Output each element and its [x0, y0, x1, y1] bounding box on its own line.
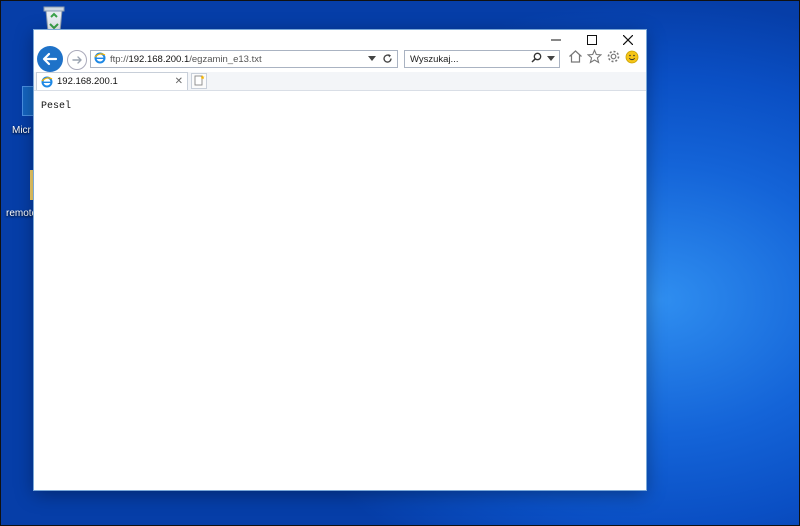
tab-active[interactable]: 192.168.200.1 ✕ — [36, 72, 188, 90]
search-icon[interactable] — [531, 52, 542, 66]
forward-arrow-icon — [72, 56, 82, 64]
page-content: Pesel — [34, 91, 646, 490]
tab-strip: 192.168.200.1 ✕ — [34, 72, 646, 91]
browser-window: ftp://192.168.200.1/egzamin_e13.txt Wysz… — [34, 30, 646, 490]
feedback-smiley-icon[interactable] — [625, 50, 639, 69]
favorites-star-icon[interactable] — [586, 48, 603, 69]
dropdown-icon[interactable] — [547, 54, 555, 65]
new-tab-icon[interactable] — [191, 73, 207, 89]
navigation-bar: ftp://192.168.200.1/egzamin_e13.txt Wysz… — [34, 46, 646, 72]
search-box[interactable]: Wyszukaj... — [404, 50, 560, 68]
back-arrow-icon — [42, 52, 58, 66]
settings-gear-icon[interactable] — [606, 49, 621, 69]
refresh-icon[interactable] — [382, 53, 393, 66]
forward-button[interactable] — [67, 50, 87, 70]
desktop-icon-label[interactable]: remote — [6, 208, 37, 219]
desktop-icon-label[interactable]: Micr — [12, 125, 31, 136]
tab-title: 192.168.200.1 — [57, 76, 118, 87]
address-bar[interactable]: ftp://192.168.200.1/egzamin_e13.txt — [90, 50, 398, 68]
ie-logo-icon — [94, 52, 106, 67]
url-path: /egzamin_e13.txt — [189, 53, 262, 65]
ie-logo-icon — [41, 76, 53, 88]
home-icon[interactable] — [568, 49, 583, 69]
dropdown-icon[interactable] — [368, 54, 376, 64]
file-text: Pesel — [41, 101, 72, 112]
close-tab-icon[interactable]: ✕ — [175, 76, 183, 87]
url-host: 192.168.200.1 — [128, 53, 190, 65]
back-button[interactable] — [37, 46, 63, 72]
search-input[interactable]: Wyszukaj... — [410, 54, 458, 65]
url-scheme: ftp:// — [110, 53, 129, 65]
command-icons — [568, 48, 639, 69]
